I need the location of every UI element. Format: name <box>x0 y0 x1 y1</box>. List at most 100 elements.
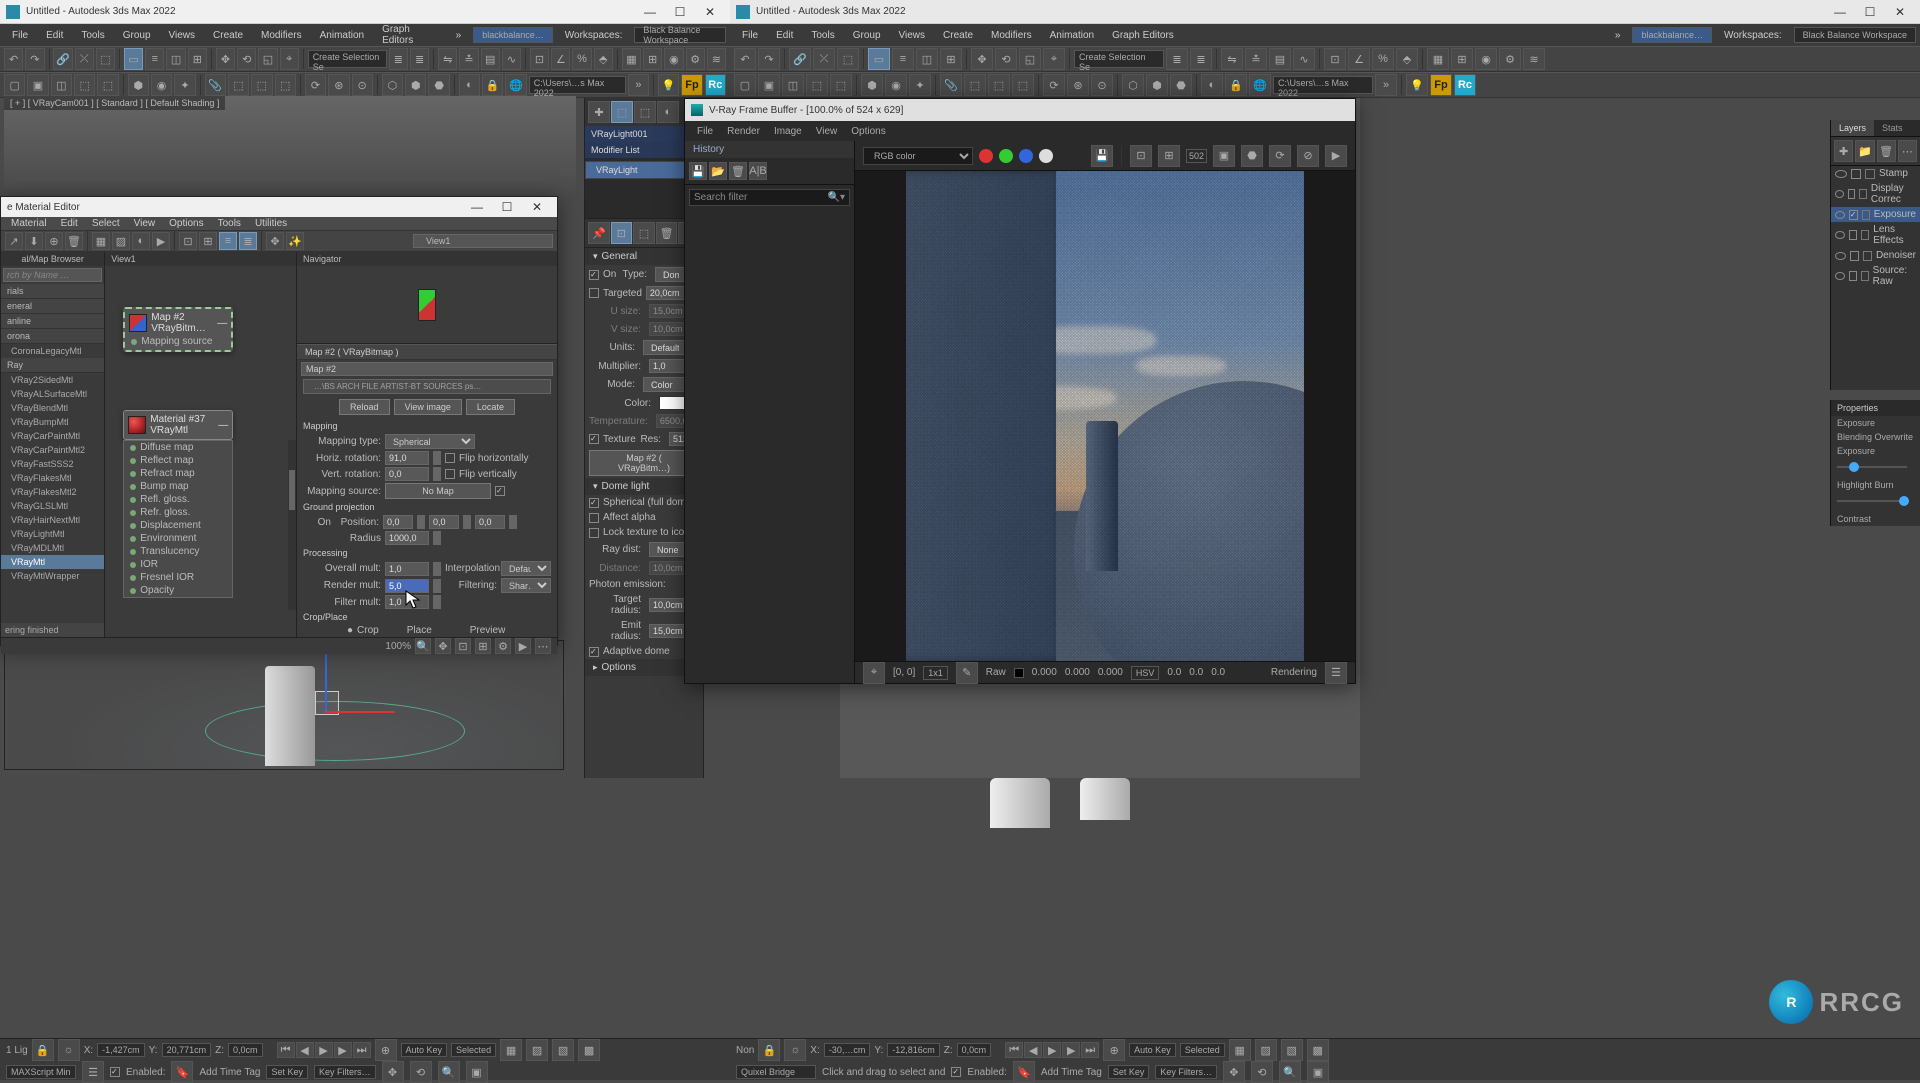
fp-badge-icon[interactable]: Fp <box>681 74 702 96</box>
nav-icon[interactable]: ▩ <box>578 1039 600 1061</box>
material-editor-icon[interactable]: ◉ <box>664 48 683 70</box>
mat-item[interactable]: VRayMtl <box>1 555 104 569</box>
hierarchy-tab-icon[interactable]: ⬚ <box>634 101 656 123</box>
render-icon[interactable]: ≋ <box>707 48 726 70</box>
maximize-button[interactable]: ☐ <box>1856 2 1884 22</box>
slot-item[interactable]: Refl. gloss. <box>124 493 232 506</box>
affectalpha-check[interactable] <box>589 513 599 523</box>
cylinder-mesh[interactable] <box>265 666 315 766</box>
maximize-button[interactable]: ☐ <box>493 197 521 217</box>
layer-add-icon[interactable]: ✚ <box>1834 140 1853 162</box>
grid-icon[interactable]: ⊞ <box>1451 48 1473 70</box>
show-map-icon[interactable]: ▦ <box>92 232 110 250</box>
history-save-icon[interactable]: 💾 <box>689 162 707 180</box>
preset-dropdown[interactable]: blackbalance… <box>473 27 553 43</box>
medit-menu-view[interactable]: View <box>128 217 162 230</box>
unlink-icon[interactable]: ⤫ <box>813 48 835 70</box>
mappingtype-dropdown[interactable]: Spherical <box>385 434 475 449</box>
menu-create[interactable]: Create <box>935 28 981 43</box>
rc-badge-icon[interactable]: Rc <box>705 74 726 96</box>
mono-channel-icon[interactable] <box>1039 149 1053 163</box>
path-field[interactable]: C:\Users\…s Max 2022 <box>1273 76 1373 94</box>
placement-icon[interactable]: ⌖ <box>280 48 299 70</box>
preset-dropdown[interactable]: blackbalance… <box>1632 27 1712 43</box>
select-region-icon[interactable]: ◫ <box>166 48 185 70</box>
tb2-icon[interactable]: ◐ <box>1201 74 1223 96</box>
prop-exposure[interactable]: Exposure <box>1831 416 1920 430</box>
time-config-icon[interactable]: ⊕ <box>1103 1039 1125 1061</box>
tb2-icon[interactable]: ▢ <box>734 74 756 96</box>
nav-icon[interactable]: ▧ <box>1281 1039 1303 1061</box>
source-check[interactable] <box>495 486 505 496</box>
spinner[interactable] <box>433 595 441 609</box>
green-channel-icon[interactable] <box>999 149 1013 163</box>
bulb-icon[interactable]: 💡 <box>658 74 679 96</box>
slot-item[interactable]: Displacement <box>124 519 232 532</box>
tb2-icon[interactable]: ⬚ <box>1012 74 1034 96</box>
z-field[interactable]: 0,0cm <box>957 1043 992 1057</box>
layer-more-icon[interactable]: ⋯ <box>1898 140 1917 162</box>
mat-item[interactable]: VRayFlakesMtl <box>1 471 104 485</box>
spherical-check[interactable] <box>589 498 599 508</box>
interp-dropdown[interactable]: Default <box>501 561 551 576</box>
redo-icon[interactable]: ↷ <box>25 48 44 70</box>
cylinder-mesh[interactable] <box>1080 778 1130 820</box>
exposure-slider[interactable] <box>1849 462 1859 472</box>
radius-field[interactable] <box>385 531 429 545</box>
pos3-field[interactable] <box>475 515 505 529</box>
mat-item[interactable]: VRayMtlWrapper <box>1 569 104 583</box>
layer-label[interactable]: Exposure <box>1874 209 1916 220</box>
mat-item[interactable]: VRayBumpMtl <box>1 415 104 429</box>
filtering-dropdown[interactable]: Shar…opic <box>501 578 551 593</box>
vrfb-menu-render[interactable]: Render <box>721 125 766 138</box>
menu-file[interactable]: File <box>734 28 766 43</box>
menu-grapheditors[interactable]: Graph Editors <box>1104 28 1182 43</box>
scale-icon[interactable]: ◱ <box>258 48 277 70</box>
workspace-dropdown[interactable]: Black Balance Workspace <box>634 27 726 43</box>
attach-icon[interactable]: 📎 <box>205 74 226 96</box>
spinner-snap-icon[interactable]: ⬘ <box>594 48 613 70</box>
goto-start-icon[interactable]: ⏮ <box>277 1042 295 1058</box>
enabled-check[interactable] <box>951 1067 961 1077</box>
vrfb-titlebar[interactable]: V-Ray Frame Buffer - [100.0% of 524 x 62… <box>685 99 1355 121</box>
layer-check[interactable] <box>1849 230 1857 240</box>
tb2-icon[interactable]: ⬡ <box>1122 74 1144 96</box>
curve-editor-icon[interactable]: ∿ <box>502 48 521 70</box>
tb2-icon[interactable]: ⬢ <box>128 74 149 96</box>
tb2-icon[interactable]: ✦ <box>174 74 195 96</box>
on-check[interactable] <box>589 270 599 280</box>
lock-selection-icon[interactable]: 🔒 <box>32 1039 54 1061</box>
align-icon[interactable]: ≛ <box>459 48 478 70</box>
layer-check[interactable] <box>1851 169 1861 179</box>
globe-icon[interactable]: 🌐 <box>505 74 526 96</box>
window-crossing-icon[interactable]: ⊞ <box>188 48 207 70</box>
tb2-icon[interactable]: ⬚ <box>830 74 852 96</box>
move-icon[interactable]: ✥ <box>216 48 235 70</box>
double-chevron-icon[interactable]: » <box>1607 28 1629 43</box>
create-tab-icon[interactable]: ✚ <box>588 101 610 123</box>
render-setup-icon[interactable]: ⚙ <box>686 48 705 70</box>
spinner[interactable] <box>433 531 441 545</box>
select-name-icon[interactable]: ≡ <box>145 48 164 70</box>
mat-item[interactable]: VRayALSurfaceMtl <box>1 387 104 401</box>
render-setup-icon[interactable]: ⚙ <box>1499 48 1521 70</box>
source-button[interactable]: No Map <box>385 483 491 499</box>
reload-button[interactable]: Reload <box>339 399 390 415</box>
tb2-icon[interactable]: ⊙ <box>352 74 373 96</box>
mat-item[interactable]: VRay2SidedMtl <box>1 373 104 387</box>
spinner[interactable] <box>417 515 425 529</box>
more-icon[interactable]: ⋯ <box>535 638 551 654</box>
isolate-icon[interactable]: ☼ <box>58 1039 80 1061</box>
select-name-icon[interactable]: ≡ <box>892 48 914 70</box>
path-field[interactable]: C:\Users\…s Max 2022 <box>529 76 626 94</box>
prop-contrast[interactable]: Contrast <box>1831 512 1920 526</box>
sample-type-icon[interactable]: ◐ <box>132 232 150 250</box>
mat-item[interactable]: VRayLightMtl <box>1 527 104 541</box>
history-header[interactable]: History <box>685 141 854 158</box>
key-filter-dropdown[interactable]: Selected <box>451 1043 496 1057</box>
named-sel-icon[interactable]: ▦ <box>622 48 641 70</box>
menu-tools[interactable]: Tools <box>73 28 112 43</box>
bind-icon[interactable]: ⬚ <box>837 48 859 70</box>
slot-item[interactable]: Refract map <box>124 467 232 480</box>
bg-icon[interactable]: ▨ <box>112 232 130 250</box>
